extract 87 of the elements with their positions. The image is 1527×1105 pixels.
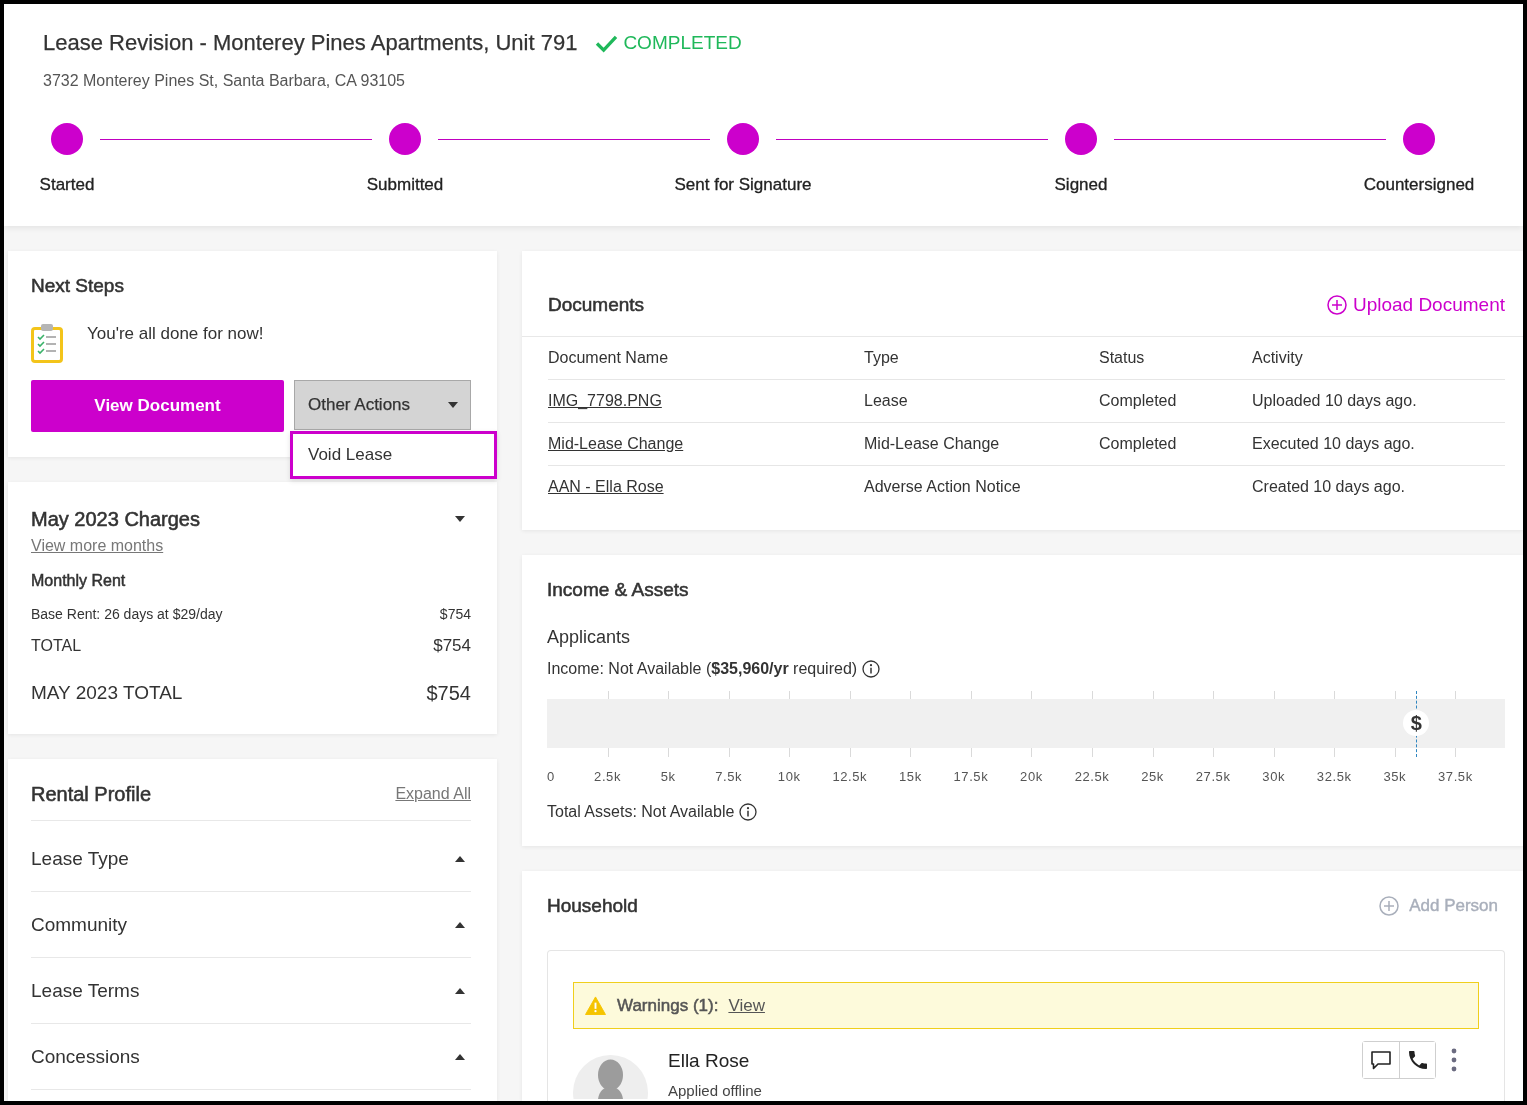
- section-label[interactable]: Concessions: [31, 1044, 140, 1069]
- tick-label: 20k: [1020, 768, 1043, 786]
- property-address: 3732 Monterey Pines St, Santa Barbara, CA 93105: [43, 71, 405, 91]
- table-cell: Created 10 days ago.: [1252, 478, 1405, 495]
- tick-label: 35k: [1383, 768, 1407, 786]
- charge-label: Base Rent: 26 days at $29/day: [31, 605, 223, 623]
- caret-down-icon: [448, 402, 458, 408]
- status-label: COMPLETED: [623, 31, 742, 55]
- tick-label: 22.5k: [1074, 768, 1110, 786]
- info-icon[interactable]: [862, 660, 881, 678]
- clipboard-icon: [31, 323, 63, 363]
- tick-label: 37.5k: [1438, 768, 1473, 786]
- expand-all-link[interactable]: Expand All: [395, 784, 471, 804]
- phone-icon: [1408, 1051, 1427, 1069]
- tick-label: 25k: [1141, 768, 1164, 786]
- person-name: Ella Rose: [668, 1049, 750, 1073]
- tick-label: 27.5k: [1195, 768, 1231, 786]
- table-cell: Completed: [1099, 392, 1177, 409]
- call-button[interactable]: [1399, 1042, 1435, 1078]
- card-title: Income & Assets: [547, 578, 689, 602]
- plus-circle-icon: [1379, 896, 1400, 916]
- document-link[interactable]: IMG_7798.PNG: [548, 392, 662, 409]
- section-label[interactable]: Lease Type: [31, 846, 129, 871]
- warning-label: Warnings (1):: [617, 995, 719, 1016]
- section-heading: Monthly Rent: [31, 571, 126, 591]
- tick-label: 2.5k: [594, 768, 622, 786]
- income-text: Income: Not Available ($35,960/yr required): [547, 659, 858, 679]
- plus-circle-icon: [1326, 295, 1347, 315]
- person-note: Applied offline: [668, 1082, 762, 1100]
- step-label: Signed: [1054, 175, 1108, 195]
- view-document-button[interactable]: View Document: [31, 380, 284, 432]
- tick-label: 32.5k: [1316, 768, 1352, 786]
- warning-icon: [585, 996, 606, 1015]
- chat-bubble-icon: [1371, 1050, 1391, 1070]
- tick-label: 30k: [1262, 768, 1286, 786]
- caret-down-icon[interactable]: [455, 516, 465, 522]
- step-label: Sent for Signature: [674, 175, 812, 195]
- tick-label: 12.5k: [832, 768, 868, 786]
- tick-label: 0: [547, 768, 555, 786]
- section-label[interactable]: Lease Terms: [31, 978, 140, 1003]
- card-title: Household: [547, 894, 638, 918]
- info-icon[interactable]: [739, 803, 758, 821]
- caret-up-icon[interactable]: [455, 855, 465, 862]
- card-title: May 2023 Charges: [31, 507, 200, 532]
- card-title: Rental Profile: [31, 782, 152, 807]
- table-cell: Executed 10 days ago.: [1252, 435, 1415, 452]
- charge-amount: $754: [439, 605, 471, 623]
- status-message: You're all done for now!: [87, 323, 264, 345]
- table-cell: Lease: [864, 392, 908, 409]
- more-icon[interactable]: [1451, 1048, 1457, 1072]
- view-link[interactable]: View: [728, 995, 765, 1016]
- caret-up-icon[interactable]: [455, 1053, 465, 1060]
- step-label: Started: [39, 175, 95, 195]
- document-link[interactable]: Mid-Lease Change: [548, 435, 684, 452]
- tick-label: 15k: [899, 768, 922, 786]
- caret-up-icon[interactable]: [455, 987, 465, 994]
- table-cell: Adverse Action Notice: [864, 478, 1021, 495]
- caret-up-icon[interactable]: [455, 921, 465, 928]
- card-title: Next Steps: [31, 274, 124, 298]
- assets-text: Total Assets: Not Available: [547, 802, 735, 822]
- month-total-amount: $754: [426, 681, 471, 706]
- tick-label: 17.5k: [953, 768, 989, 786]
- total-amount: $754: [433, 635, 471, 657]
- section-label[interactable]: Community: [31, 912, 128, 937]
- table-cell: Completed: [1099, 435, 1177, 452]
- section-heading: Applicants: [547, 626, 631, 649]
- total-label: TOTAL: [31, 636, 82, 656]
- tick-label: 10k: [777, 768, 801, 786]
- month-total-label: MAY 2023 TOTAL: [31, 681, 183, 705]
- tick-label: 7.5k: [715, 768, 743, 786]
- column-header: Status: [1099, 349, 1145, 366]
- table-cell: Uploaded 10 days ago.: [1252, 392, 1417, 409]
- step-label: Countersigned: [1363, 175, 1475, 195]
- tick-label: 5k: [660, 768, 676, 786]
- step-label: Submitted: [366, 175, 444, 195]
- table-cell: Mid-Lease Change: [864, 435, 1000, 452]
- check-icon: [595, 33, 619, 53]
- view-more-months-link[interactable]: View more months: [31, 536, 164, 556]
- column-header: Type: [864, 349, 899, 366]
- menu-item[interactable]: Void Lease: [290, 431, 497, 479]
- upload-document-link[interactable]: Upload Document: [1326, 293, 1505, 317]
- page-title: Lease Revision - Monterey Pines Apartments, Unit 791: [43, 29, 578, 57]
- document-link[interactable]: AAN - Ella Rose: [548, 478, 664, 495]
- column-header: Activity: [1252, 349, 1303, 366]
- other-actions-button[interactable]: Other Actions: [294, 380, 471, 430]
- column-header: Document Name: [548, 349, 669, 366]
- card-title: Documents: [548, 293, 645, 317]
